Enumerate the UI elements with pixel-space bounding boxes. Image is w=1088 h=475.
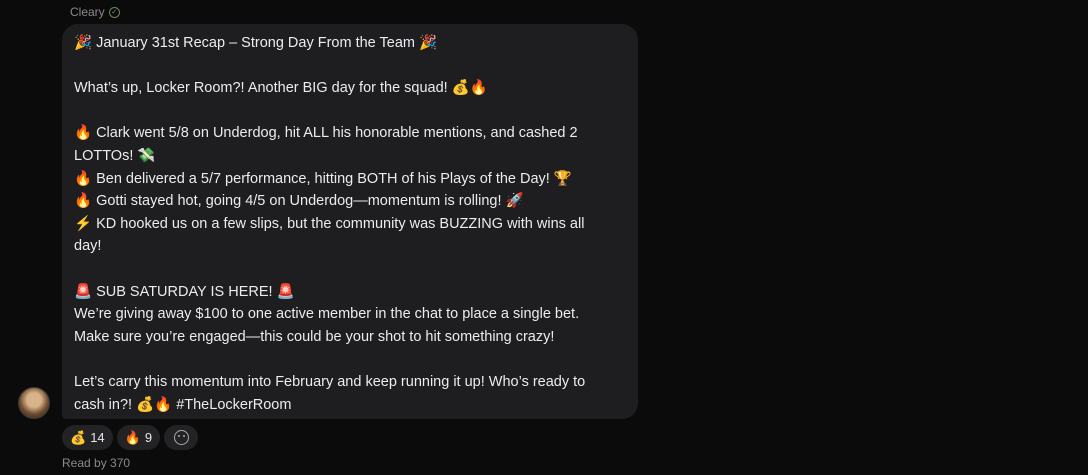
message-line: 🔥 Clark went 5/8 on Underdog, hit ALL hi… (74, 125, 578, 142)
fire-icon: 🔥 (124, 429, 141, 445)
reaction-count: 14 (90, 430, 105, 445)
message-line (74, 55, 626, 78)
message-line: 🔥 Gotti stayed hot, going 4/5 on Underdo… (74, 193, 524, 210)
message-line: 🔥 Ben delivered a 5/7 performance, hitti… (74, 170, 572, 187)
message-line: LOTTOs! 💸 (74, 147, 156, 164)
message-line: What’s up, Locker Room?! Another BIG day… (74, 80, 488, 97)
message-bubble[interactable]: 🎉 January 31st Recap – Strong Day From t… (62, 24, 638, 419)
read-receipt[interactable]: Read by 370 (62, 456, 130, 470)
message-line: 🚨 SUB SATURDAY IS HERE! 🚨 (74, 283, 295, 300)
sender-name[interactable]: Cleary (70, 5, 105, 19)
reaction-money-bag[interactable]: 💰 14 (62, 425, 113, 450)
reaction-fire[interactable]: 🔥 9 (116, 425, 161, 450)
reaction-count: 9 (144, 430, 153, 445)
message-line: Make sure you’re engaged—this could be y… (74, 328, 555, 345)
sender-header: Cleary ✓ (70, 5, 120, 19)
message-line: We’re giving away $100 to one active mem… (74, 306, 580, 323)
message-line: Let’s carry this momentum into February … (74, 373, 586, 390)
message-line: 🎉 January 31st Recap – Strong Day From t… (74, 35, 438, 51)
message-line: ⚡ KD hooked us on a few slips, but the c… (74, 215, 585, 232)
message-line: cash in?! 💰🔥 #TheLockerRoom (74, 396, 292, 413)
message-line (74, 100, 626, 123)
add-reaction-button[interactable] (164, 425, 199, 450)
verified-icon: ✓ (108, 6, 120, 18)
reactions-bar: 💰 14 🔥 9 (62, 425, 199, 450)
message-line: day! (74, 238, 102, 255)
money-bag-icon: 💰 (70, 429, 87, 445)
avatar[interactable] (18, 387, 50, 419)
message-line (74, 258, 626, 281)
smiley-icon (173, 430, 189, 445)
message-line (74, 348, 626, 371)
